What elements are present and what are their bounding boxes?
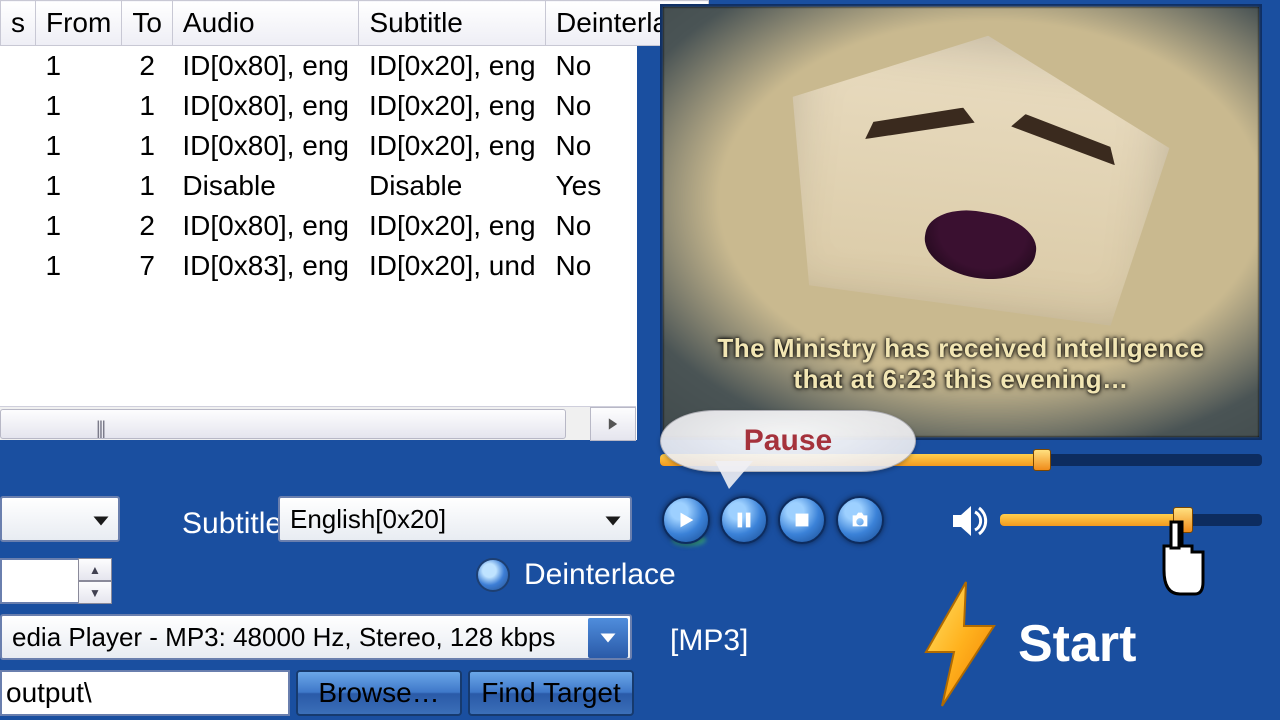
cell-to: 1 [122, 86, 173, 126]
cell-s [1, 86, 36, 126]
format-value: edia Player - MP3: 48000 Hz, Stereo, 128… [12, 622, 555, 653]
cell-audio: Disable [172, 166, 359, 206]
cell-audio: ID[0x80], eng [172, 46, 359, 87]
col-to[interactable]: To [122, 1, 173, 46]
cell-audio: ID[0x80], eng [172, 206, 359, 246]
cell-from: 1 [36, 126, 122, 166]
format-dropdown[interactable]: edia Player - MP3: 48000 Hz, Stereo, 128… [0, 614, 632, 660]
volume-icon[interactable] [950, 504, 990, 538]
spinner-up-icon[interactable]: ▲ [78, 558, 112, 581]
format-indicator: [MP3] [670, 624, 748, 658]
spinner-down-icon[interactable]: ▼ [78, 581, 112, 604]
preview-subtitle: The Ministry has received intelligence t… [663, 333, 1259, 395]
col-subtitle[interactable]: Subtitle [359, 1, 546, 46]
scrollbar-thumb[interactable]: ||| [0, 409, 566, 439]
table-row[interactable]: 11DisableDisableYes [1, 166, 709, 206]
cell-audio: ID[0x80], eng [172, 86, 359, 126]
cell-subtitle: ID[0x20], und [359, 246, 546, 286]
deinterlace-label: Deinterlace [524, 558, 676, 592]
subtitle-value: English[0x20] [290, 504, 446, 535]
cell-s [1, 46, 36, 87]
job-table-pane: s From To Audio Subtitle Deinterlace 12I… [0, 0, 640, 440]
start-button[interactable]: Start [916, 580, 1136, 708]
output-path-field[interactable]: output\ [0, 670, 290, 716]
output-path-value: output\ [6, 677, 92, 709]
cell-subtitle: ID[0x20], eng [359, 126, 546, 166]
cell-audio: ID[0x80], eng [172, 126, 359, 166]
job-table: s From To Audio Subtitle Deinterlace 12I… [0, 0, 709, 286]
cell-to: 1 [122, 166, 173, 206]
subtitle-dropdown[interactable]: English[0x20] [278, 496, 632, 542]
cell-audio: ID[0x83], eng [172, 246, 359, 286]
cell-from: 1 [36, 46, 122, 87]
chevron-down-icon [604, 506, 622, 537]
stop-button[interactable] [778, 496, 826, 544]
cell-subtitle: Disable [359, 166, 546, 206]
video-preview: The Ministry has received intelligence t… [660, 4, 1262, 440]
cell-to: 1 [122, 126, 173, 166]
pause-button[interactable] [720, 496, 768, 544]
seek-knob[interactable] [1033, 449, 1051, 471]
cell-to: 7 [122, 246, 173, 286]
cell-s [1, 166, 36, 206]
radio-icon [476, 558, 510, 592]
cell-from: 1 [36, 246, 122, 286]
browse-button[interactable]: Browse… [296, 670, 462, 716]
cell-subtitle: ID[0x20], eng [359, 206, 546, 246]
cell-to: 2 [122, 46, 173, 87]
col-from[interactable]: From [36, 1, 122, 46]
cursor-icon [1140, 516, 1210, 606]
table-row[interactable]: 11ID[0x80], engID[0x20], engNo [1, 126, 709, 166]
cell-s [1, 126, 36, 166]
col-audio[interactable]: Audio [172, 1, 359, 46]
table-horizontal-scrollbar[interactable]: ||| [0, 406, 636, 440]
lightning-icon [916, 580, 1004, 708]
start-label: Start [1018, 614, 1136, 674]
table-row[interactable]: 12ID[0x80], engID[0x20], engNo [1, 46, 709, 87]
number-spinner[interactable]: ▲ ▼ [0, 558, 112, 604]
cell-from: 1 [36, 166, 122, 206]
table-row[interactable]: 12ID[0x80], engID[0x20], engNo [1, 206, 709, 246]
cell-subtitle: ID[0x20], eng [359, 86, 546, 126]
col-s[interactable]: s [1, 1, 36, 46]
cell-from: 1 [36, 206, 122, 246]
cell-to: 2 [122, 206, 173, 246]
chevron-down-icon [588, 618, 628, 658]
cell-subtitle: ID[0x20], eng [359, 46, 546, 87]
cell-s [1, 246, 36, 286]
find-target-button[interactable]: Find Target [468, 670, 634, 716]
scrollbar-right-icon[interactable] [590, 407, 636, 441]
chevron-down-icon [92, 506, 110, 537]
pause-tooltip: Pause [660, 410, 916, 472]
snapshot-button[interactable] [836, 496, 884, 544]
table-row[interactable]: 11ID[0x80], engID[0x20], engNo [1, 86, 709, 126]
cell-from: 1 [36, 86, 122, 126]
play-button[interactable] [662, 496, 710, 544]
subtitle-label: Subtitle: [182, 507, 290, 541]
deinterlace-toggle[interactable]: Deinterlace [476, 558, 676, 592]
volume-slider[interactable] [1000, 514, 1262, 526]
audio-dropdown[interactable] [0, 496, 120, 542]
table-row[interactable]: 17ID[0x83], engID[0x20], undNo [1, 246, 709, 286]
cell-s [1, 206, 36, 246]
